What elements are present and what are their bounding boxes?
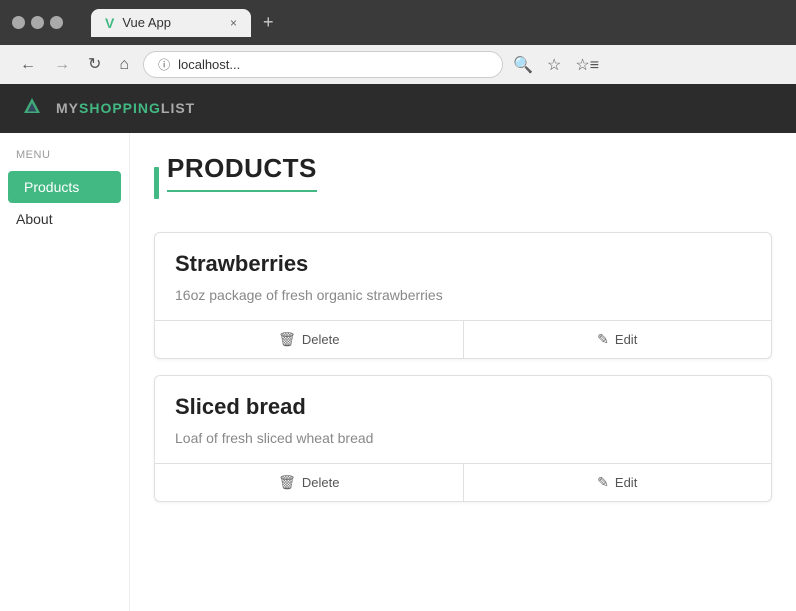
url-address: localhost... [178,57,240,72]
sidebar-item-about[interactable]: About [0,203,129,235]
tab-close-button[interactable]: × [230,16,237,30]
delete-icon: 🗑 [278,331,296,348]
page-title: PRODUCTS [167,153,317,192]
product-actions-2: 🗑 Delete ✎ Edit [155,463,771,501]
edit-label: Edit [615,332,637,347]
app-header: MYSHOPPINGLIST [0,84,796,133]
active-tab[interactable]: V Vue App × [91,9,251,37]
product-body-2: Sliced bread Loaf of fresh sliced wheat … [155,376,771,463]
product-actions: 🗑 Delete ✎ Edit [155,320,771,358]
home-button[interactable]: ⌂ [115,55,133,75]
traffic-lights [12,16,63,29]
delete-button-bread[interactable]: 🗑 Delete [155,464,463,501]
address-bar[interactable]: ⓘ localhost... [143,51,503,78]
toolbar-icons: 🔍 ☆ ☆≡ [513,55,599,75]
product-description-2: Loaf of fresh sliced wheat bread [175,428,751,449]
delete-icon-2: 🗑 [278,474,296,491]
product-name: Strawberries [175,251,751,277]
tab-title: Vue App [122,15,171,30]
reading-list-icon[interactable]: ☆≡ [575,55,599,75]
product-card-strawberries: Strawberries 16oz package of fresh organ… [154,232,772,359]
app-title-my: MY [56,100,79,116]
menu-label: MENU [0,149,129,171]
sidebar-item-products[interactable]: Products [8,171,121,203]
page-title-row: PRODUCTS [154,153,772,212]
product-body: Strawberries 16oz package of fresh organ… [155,233,771,320]
maximize-traffic-light[interactable] [50,16,63,29]
app-title: MYSHOPPINGLIST [56,100,195,118]
forward-button[interactable]: → [50,55,74,75]
bookmark-icon[interactable]: ☆ [547,55,561,75]
product-card-bread: Sliced bread Loaf of fresh sliced wheat … [154,375,772,502]
minimize-traffic-light[interactable] [31,16,44,29]
edit-label-2: Edit [615,475,637,490]
app-title-shopping: SHOPPING [79,100,161,116]
app-title-list: LIST [161,100,195,116]
edit-button-bread[interactable]: ✎ Edit [463,464,772,501]
new-tab-button[interactable]: + [255,8,282,37]
vue-logo [20,94,44,123]
edit-icon: ✎ [597,331,609,348]
sidebar: MENU Products About [0,133,130,611]
product-name-2: Sliced bread [175,394,751,420]
delete-button-strawberries[interactable]: 🗑 Delete [155,321,463,358]
product-description: 16oz package of fresh organic strawberri… [175,285,751,306]
page-title-accent [154,167,159,199]
delete-label-2: Delete [302,475,340,490]
edit-icon-2: ✎ [597,474,609,491]
browser-chrome: V Vue App × + ← → ↻ ⌂ ⓘ localhost... 🔍 ☆… [0,0,796,84]
url-info-icon: ⓘ [158,56,170,73]
close-traffic-light[interactable] [12,16,25,29]
refresh-button[interactable]: ↻ [84,55,105,75]
edit-button-strawberries[interactable]: ✎ Edit [463,321,772,358]
back-button[interactable]: ← [16,55,40,75]
delete-label: Delete [302,332,340,347]
main-layout: MENU Products About PRODUCTS Strawberrie… [0,133,796,611]
tab-favicon: V [105,15,114,31]
main-content: PRODUCTS Strawberries 16oz package of fr… [130,133,796,611]
zoom-icon[interactable]: 🔍 [513,55,533,75]
